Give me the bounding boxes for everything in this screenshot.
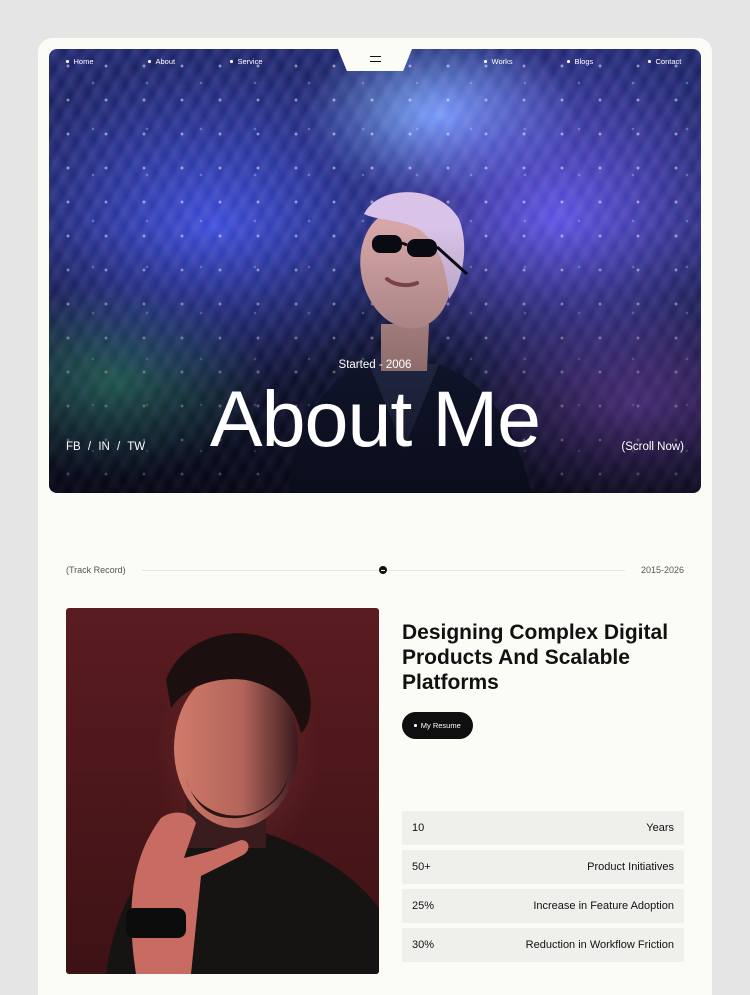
stat-value: 50+	[412, 861, 431, 873]
track-record-label: (Track Record)	[66, 565, 126, 575]
divider-line	[141, 566, 625, 574]
hero-banner: Home About Service Works Blogs Contact S…	[49, 49, 701, 493]
stat-row: 30% Reduction in Workflow Friction	[402, 928, 684, 962]
track-record-divider: (Track Record) 2015-2026	[66, 564, 684, 576]
stat-label: Product Initiatives	[587, 861, 674, 873]
portrait-image	[66, 608, 379, 974]
nav-link-about[interactable]: About	[148, 57, 176, 66]
stat-row: 10 Years	[402, 811, 684, 845]
minus-circle-icon	[379, 566, 388, 574]
menu-icon[interactable]	[369, 56, 381, 62]
portrait-figure	[106, 633, 379, 974]
stat-row: 50+ Product Initiatives	[402, 850, 684, 884]
nav-link-service[interactable]: Service	[230, 57, 263, 66]
nav-link-works[interactable]: Works	[484, 57, 513, 66]
scroll-now-link[interactable]: (Scroll Now)	[621, 441, 684, 453]
social-links: FB / IN / TW	[66, 441, 149, 453]
stat-label: Reduction in Workflow Friction	[525, 939, 674, 951]
social-separator: /	[117, 441, 121, 453]
menu-toggle[interactable]	[338, 49, 412, 71]
social-separator: /	[87, 441, 92, 453]
my-resume-label[interactable]: My Resume	[421, 721, 461, 730]
social-link-twitter[interactable]: TW	[127, 441, 145, 453]
stat-row: 25% Increase in Feature Adoption	[402, 889, 684, 923]
page-card: Home About Service Works Blogs Contact S…	[38, 38, 712, 995]
social-link-facebook[interactable]: FB	[66, 441, 81, 453]
stat-label: Years	[646, 822, 674, 834]
hero-eyebrow: Started - 2006	[338, 359, 412, 371]
stat-value: 25%	[412, 900, 435, 912]
nav-link-home[interactable]: Home	[66, 57, 94, 66]
stat-value: 30%	[412, 939, 435, 951]
nav-link-contact[interactable]: Contact	[648, 57, 682, 66]
my-resume-button[interactable]: My Resume	[402, 712, 473, 739]
stats-list: 10 Years 50+ Product Initiatives 25% Inc…	[402, 811, 684, 967]
stat-label: Increase in Feature Adoption	[533, 900, 674, 912]
about-headline: Designing Complex Digital Products And S…	[402, 621, 669, 694]
stat-value: 10	[412, 822, 425, 834]
social-link-instagram[interactable]: IN	[98, 441, 110, 453]
nav-link-blogs[interactable]: Blogs	[567, 57, 594, 66]
track-record-years: 2015-2026	[640, 565, 684, 575]
